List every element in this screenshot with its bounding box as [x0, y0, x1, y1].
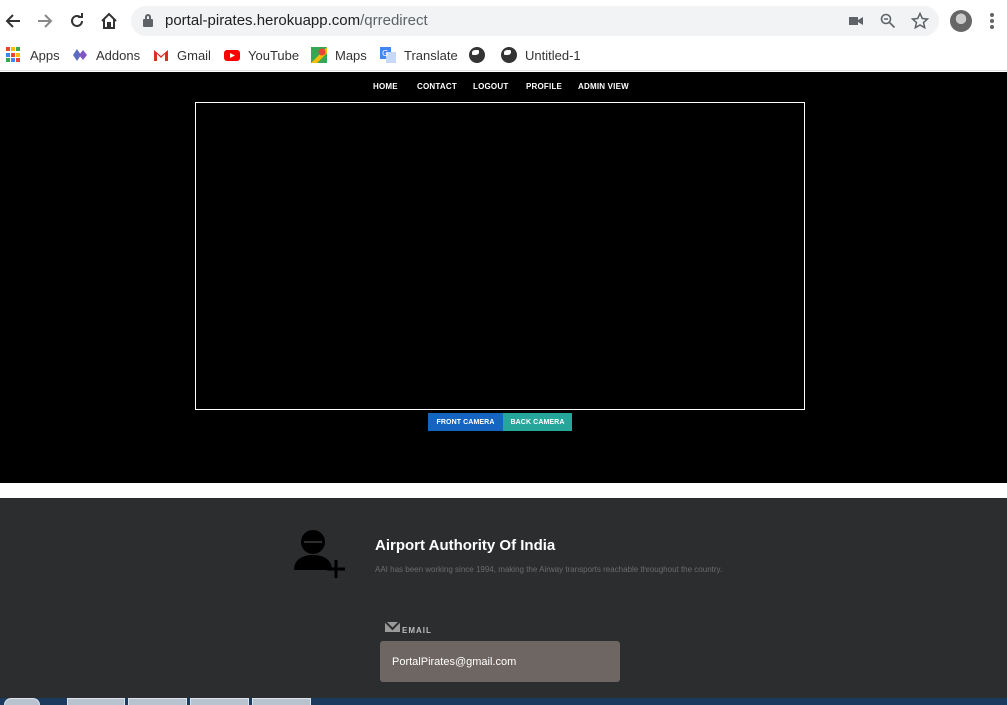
bookmark-apps[interactable]: Apps	[6, 45, 60, 65]
reload-icon	[71, 13, 83, 27]
bookmark-untitled-1[interactable]: Untitled-1	[501, 45, 581, 65]
bookmark-maps[interactable]: Maps	[311, 45, 367, 65]
nav-profile-link[interactable]: PROFILE	[526, 82, 562, 91]
taskbar-item[interactable]	[190, 698, 249, 705]
add-user-icon	[294, 530, 345, 578]
taskbar-item[interactable]	[128, 698, 187, 705]
youtube-icon	[224, 47, 240, 63]
os-taskbar	[0, 698, 1007, 705]
qr-scanner-video	[195, 102, 805, 410]
email-contact-box[interactable]: PortalPirates@gmail.com	[380, 641, 620, 682]
forward-button[interactable]	[33, 9, 57, 33]
url-text[interactable]: portal-pirates.herokuapp.com/qrredirect	[165, 12, 428, 29]
start-button[interactable]	[4, 698, 40, 705]
translate-icon: G	[380, 47, 396, 63]
bookmark-label: Untitled-1	[525, 47, 581, 63]
footer-description: AAI has been working since 1994, making …	[375, 565, 723, 574]
bookmark-label: Translate	[404, 47, 458, 63]
bookmark-youtube[interactable]: YouTube	[224, 45, 299, 65]
apps-grid-icon	[6, 47, 22, 63]
envelope-icon	[385, 622, 400, 632]
back-camera-button[interactable]: BACK CAMERA	[503, 413, 572, 431]
section-divider	[0, 483, 1007, 498]
zoom-icon[interactable]	[879, 12, 897, 30]
bookmark-gmail[interactable]: Gmail	[153, 45, 211, 65]
url-host: portal-pirates.herokuapp.com	[165, 12, 361, 29]
bookmark-addons[interactable]: Addons	[72, 45, 140, 65]
site-navigation: HOME CONTACT LOGOUT PROFILE ADMIN VIEW	[0, 82, 1007, 94]
star-icon[interactable]	[911, 12, 929, 30]
home-icon	[101, 12, 117, 29]
taskbar-item[interactable]	[252, 698, 311, 705]
taskbar-item[interactable]	[67, 698, 125, 705]
bookmarks-bar: Apps Addons Gmail YouTube Maps G Transla…	[0, 42, 1007, 71]
bookmark-translate[interactable]: G Translate	[380, 45, 458, 65]
bookmark-label: Maps	[335, 47, 367, 63]
url-path: /qrredirect	[360, 12, 428, 29]
reload-button[interactable]	[65, 9, 89, 33]
nav-home-link[interactable]: HOME	[373, 82, 398, 91]
maps-icon	[311, 47, 327, 63]
globe-icon	[469, 47, 485, 63]
camera-icon[interactable]	[847, 12, 865, 30]
front-camera-button[interactable]: FRONT CAMERA	[428, 413, 503, 431]
nav-admin-view-link[interactable]: ADMIN VIEW	[578, 82, 629, 91]
browser-toolbar: portal-pirates.herokuapp.com/qrredirect	[0, 0, 1007, 42]
footer-title: Airport Authority Of India	[375, 537, 556, 554]
arrow-right-icon	[38, 14, 53, 28]
back-button[interactable]	[1, 9, 25, 33]
profile-avatar[interactable]	[950, 10, 972, 32]
bookmark-label: Gmail	[177, 47, 211, 63]
gmail-icon	[153, 47, 169, 63]
addons-icon	[72, 47, 88, 63]
bookmark-globe[interactable]	[469, 45, 493, 65]
email-label: EMAIL	[402, 626, 432, 635]
svg-text:G: G	[382, 49, 388, 58]
nav-logout-link[interactable]: LOGOUT	[473, 82, 508, 91]
bookmark-label: Addons	[96, 47, 141, 63]
globe-icon	[501, 47, 517, 63]
lock-icon	[143, 14, 153, 27]
address-bar[interactable]: portal-pirates.herokuapp.com/qrredirect	[131, 6, 939, 36]
bookmark-label: YouTube	[248, 47, 300, 63]
home-button[interactable]	[97, 9, 121, 33]
browser-menu-button[interactable]	[984, 10, 1000, 32]
bookmark-label: Apps	[30, 47, 60, 63]
arrow-left-icon	[5, 14, 20, 28]
nav-contact-link[interactable]: CONTACT	[417, 82, 457, 91]
